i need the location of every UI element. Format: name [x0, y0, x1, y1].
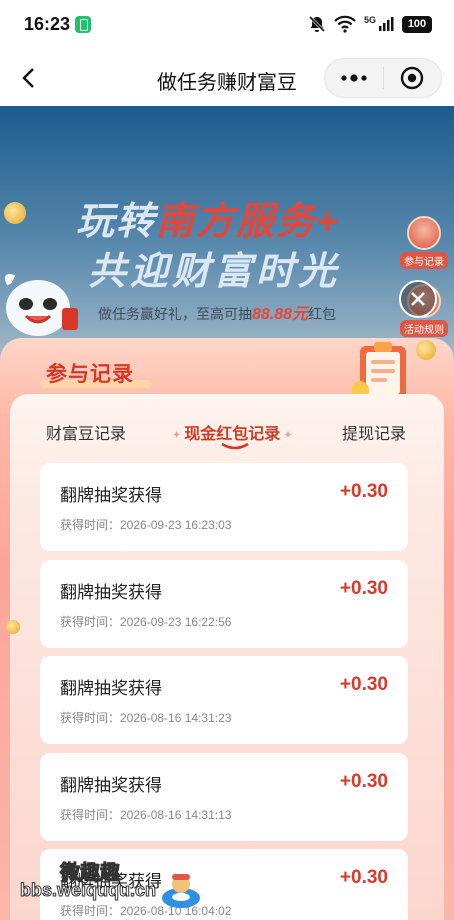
banner-subtitle-amount: 88.88元 — [252, 306, 309, 323]
banner-subtitle: 做任务赢好礼，至高可抽88.88元红包 — [98, 300, 336, 324]
signal-icon — [379, 17, 394, 31]
nav-bar: 做任务赚财富豆 — [0, 50, 454, 106]
record-amount: +0.30 — [339, 867, 388, 888]
swim-ring-icon — [162, 874, 200, 908]
target-circle-icon — [401, 66, 424, 90]
record-title: 翻牌抽奖获得 — [60, 776, 162, 795]
record-title: 翻牌抽奖获得 — [60, 486, 162, 505]
network-type-label: 5G — [363, 15, 376, 25]
banner-title-prefix: 玩转 — [76, 201, 157, 243]
record-time: 获得时间：2026-09-23 16:23:03 — [60, 518, 232, 532]
site-watermark: 微趣趣 bbs.weiququ.cn — [19, 856, 200, 916]
status-bar: 16:23 5G 100 — [0, 0, 454, 50]
list-item: 翻牌抽奖获得 +0.30 获得时间：2026-09-23 16:22:56 — [40, 560, 408, 648]
banner-title-line2: 共迎财富时光 — [88, 251, 341, 293]
banner-title-highlight: 南方服务+ — [156, 201, 341, 243]
mute-bell-icon — [308, 15, 326, 33]
tab-sparkle-icon: ✦ — [280, 429, 293, 442]
wifi-icon — [334, 15, 356, 33]
coin-decoration — [416, 340, 436, 360]
battery-indicator: 100 — [402, 15, 432, 33]
activity-banner: 玩转南方服务+ 共迎财富时光 做任务赢好礼，至高可抽88.88元红包 参与记录 … — [0, 106, 454, 366]
tab-cash-red-packet-label: 现金红包记录 — [184, 426, 281, 443]
list-item: 翻牌抽奖获得 +0.30 获得时间：2026-08-16 14:31:13 — [40, 753, 408, 841]
cow-mascot-image — [4, 273, 78, 336]
status-indicators: 5G 100 — [308, 14, 432, 34]
activity-rules-label: 活动规则 — [400, 320, 448, 337]
record-tabs: 财富豆记录 ✦ 现金红包记录 ✦ 提现记录 — [10, 414, 444, 450]
coin-decoration — [4, 202, 26, 224]
list-item: 翻牌抽奖获得 +0.30 获得时间：2026-09-23 16:23:03 — [40, 463, 408, 551]
tab-cash-red-packet-records[interactable]: ✦ 现金红包记录 ✦ — [172, 420, 293, 444]
tab-wealth-bean-records[interactable]: 财富豆记录 — [46, 420, 126, 444]
banner-subtitle-prefix: 做任务赢好礼，至高可抽 — [98, 306, 252, 322]
participation-record-button[interactable]: 参与记录 — [400, 216, 448, 269]
modal-close-button[interactable] — [399, 280, 437, 318]
participation-record-label: 参与记录 — [400, 252, 448, 269]
record-amount: +0.30 — [339, 674, 388, 695]
record-amount: +0.30 — [339, 771, 388, 792]
modal-title: 参与记录 — [46, 363, 134, 386]
app-notification-icon — [75, 16, 91, 33]
status-time: 16:23 — [24, 14, 71, 34]
exit-mini-program-button[interactable] — [383, 59, 441, 97]
record-title: 翻牌抽奖获得 — [60, 583, 162, 602]
mini-program-capsule — [324, 58, 442, 98]
watermark-bottom-text: bbs.weiququ.cn — [19, 880, 157, 901]
record-time: 获得时间：2026-09-23 16:22:56 — [60, 615, 232, 629]
record-title: 翻牌抽奖获得 — [60, 679, 162, 698]
banner-subtitle-suffix: 红包 — [308, 306, 337, 322]
banner-title-line1: 玩转南方服务+ — [76, 190, 340, 245]
coin-decoration — [6, 620, 20, 634]
record-amount: +0.30 — [339, 481, 388, 502]
list-item: 翻牌抽奖获得 +0.30 获得时间：2026-08-16 14:31:23 — [40, 656, 408, 744]
more-dots-icon — [341, 74, 367, 82]
record-time: 获得时间：2026-08-16 14:31:23 — [60, 711, 232, 725]
gift-icon — [407, 216, 441, 250]
tab-withdrawal-records[interactable]: 提现记录 — [342, 420, 406, 444]
record-amount: +0.30 — [339, 578, 388, 599]
active-tab-indicator — [221, 442, 249, 450]
close-icon — [411, 292, 425, 306]
more-button[interactable] — [325, 59, 383, 97]
tab-sparkle-icon: ✦ — [172, 429, 185, 442]
record-time: 获得时间：2026-08-16 14:31:13 — [60, 808, 232, 822]
